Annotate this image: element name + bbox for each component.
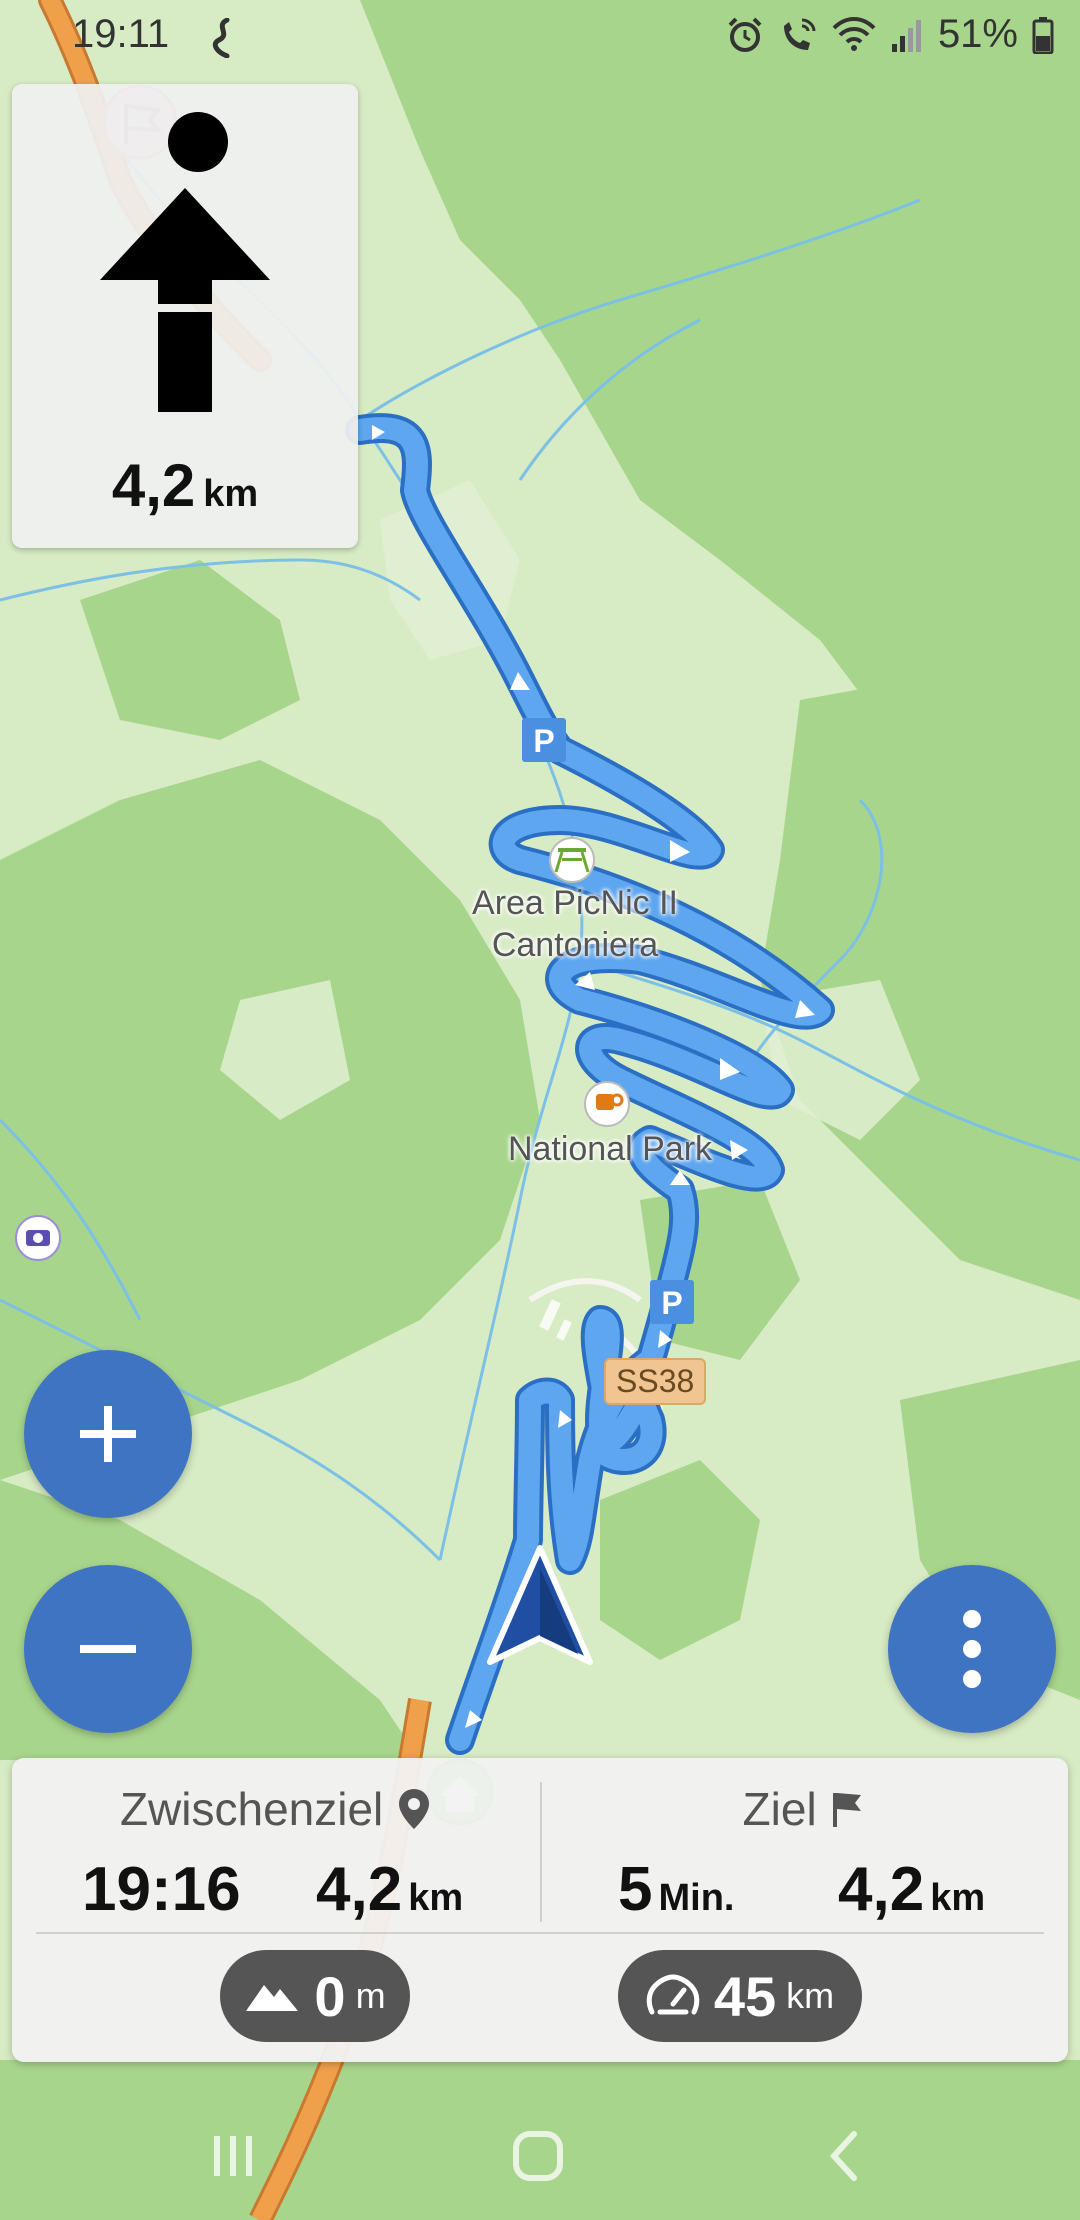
back-icon[interactable]: [822, 2128, 866, 2184]
status-time: 19:11: [72, 12, 170, 56]
waypoint-arrival-time: 19:16: [82, 1855, 241, 1924]
battery-icon: [1032, 16, 1054, 54]
destination-title: Ziel: [540, 1778, 1068, 1836]
cafe-icon[interactable]: [584, 1081, 630, 1127]
straight-arrow-icon: [100, 112, 270, 412]
route-app-icon: [212, 18, 230, 58]
camera-icon[interactable]: [15, 1215, 61, 1261]
battery-percent: 51%: [937, 12, 1018, 56]
destination-title-text: Ziel: [742, 1782, 817, 1835]
destination-duration-value: 5: [618, 1855, 653, 1924]
poi-label-line: Cantoniera: [491, 926, 659, 964]
poi-label-line: Area PicNic II: [472, 884, 678, 922]
speed-unit: km: [786, 1975, 835, 2016]
destination-distance-unit: km: [930, 1877, 986, 1919]
waypoint-section[interactable]: Zwischenziel 19:16 4,2 km: [12, 1758, 540, 1932]
speed-value: 45: [713, 1964, 777, 2028]
turn-distance-unit: km: [203, 473, 259, 515]
road-label-ss38: SS38: [604, 1358, 707, 1405]
altitude-unit: m: [355, 1975, 386, 2016]
more-menu-button[interactable]: [888, 1565, 1056, 1733]
waypoint-distance-value: 4,2: [316, 1855, 403, 1924]
wifi-icon: [832, 16, 876, 51]
destination-flag-icon: [833, 1792, 862, 1827]
picnic-icon[interactable]: [549, 837, 595, 883]
signal-icon: [891, 19, 921, 52]
parking-marker[interactable]: P: [650, 1280, 694, 1324]
panel-divider-horizontal: [36, 1932, 1044, 1934]
system-navigation-bar: [0, 2090, 1080, 2220]
turn-distance: 4,2 km: [12, 451, 358, 520]
speed-pill[interactable]: 45 km: [618, 1950, 862, 2042]
zoom-in-button[interactable]: [24, 1350, 192, 1518]
home-icon[interactable]: [510, 2128, 566, 2184]
parking-marker[interactable]: P: [522, 718, 566, 762]
altitude-pill[interactable]: 0 m: [220, 1950, 410, 2042]
parking-label: P: [533, 723, 554, 759]
status-bar: 19:11 51%: [0, 0, 1080, 72]
waypoint-distance-unit: km: [408, 1877, 464, 1919]
destination-distance-value: 4,2: [838, 1855, 925, 1924]
alarm-icon: [728, 17, 762, 52]
turn-distance-value: 4,2: [111, 452, 196, 519]
plus-icon: [80, 1406, 136, 1462]
location-pin-icon: [399, 1788, 430, 1829]
route-info-panel[interactable]: Zwischenziel 19:16 4,2 km Ziel 5 Min. 4,2 k…: [12, 1758, 1068, 2062]
minus-icon: [80, 1645, 136, 1653]
zoom-out-button[interactable]: [24, 1565, 192, 1733]
mountain-icon: [246, 1985, 299, 2011]
waypoint-title: Zwischenziel: [12, 1778, 540, 1836]
poi-label-picnic[interactable]: Area PicNic II Cantoniera: [455, 882, 695, 966]
poi-label-national-park[interactable]: National Park: [480, 1128, 740, 1170]
waypoint-title-text: Zwischenziel: [119, 1782, 384, 1835]
more-vertical-icon: [963, 1610, 981, 1688]
turn-instruction-card[interactable]: 4,2 km: [12, 84, 358, 548]
recent-apps-icon[interactable]: [208, 2130, 258, 2182]
speedometer-icon: [646, 1974, 700, 2015]
destination-section[interactable]: Ziel 5 Min. 4,2 km: [540, 1758, 1068, 1932]
wifi-call-icon: [783, 18, 816, 50]
status-icons: 51%: [726, 12, 1054, 57]
destination-duration-unit: Min.: [658, 1877, 735, 1919]
altitude-value: 0: [314, 1964, 346, 2028]
parking-label: P: [661, 1285, 682, 1321]
